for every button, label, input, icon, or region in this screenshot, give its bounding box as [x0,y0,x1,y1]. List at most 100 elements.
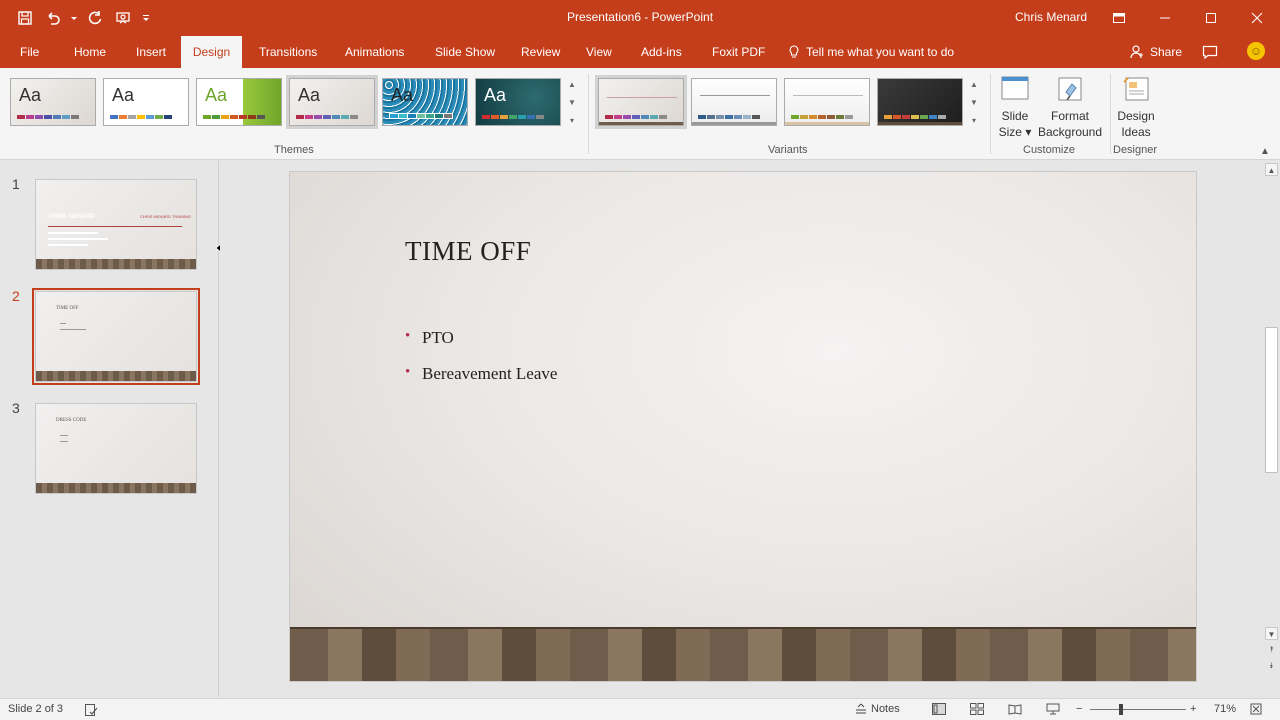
variants-group-label: Variants [768,144,808,156]
spell-check-icon[interactable] [84,703,98,717]
scrollbar-thumb[interactable] [1265,327,1278,473]
thumb3-title: DRESS CODE [56,418,87,423]
themes-group-label: Themes [274,144,314,156]
slide-size-label: Slide [1001,109,1029,123]
scroll-up-icon[interactable]: ▲ [568,76,576,94]
theme-aa-label: Aa [19,85,42,105]
title-bar: Presentation6 - PowerPoint Chris Menard [0,0,1280,36]
scroll-up-icon[interactable]: ▲ [1265,163,1278,176]
variant-thumb-3[interactable] [784,78,870,126]
vertical-scrollbar[interactable]: ▲ ▼ ⯭ ⯯ [1263,161,1280,697]
tell-me-label: Tell me what you want to do [806,45,955,59]
tab-view[interactable]: View [576,36,622,68]
ribbon-display-options-icon[interactable] [1096,0,1142,36]
theme-aa-label: Aa [391,85,414,105]
current-slide[interactable]: TIME OFF PTO Bereavement Leave [289,171,1197,682]
slide-number-2: 2 [12,288,20,304]
variant-thumb-1-selected[interactable] [595,75,687,129]
format-background-button[interactable]: Format Background [1037,74,1103,140]
variant-thumb-2[interactable] [691,78,777,126]
theme-thumb-1[interactable]: Aa [10,78,96,126]
slide-size-label-2: Size ▾ [998,125,1032,139]
theme-thumb-4-selected[interactable]: Aa [286,75,378,129]
tab-transitions[interactable]: Transitions [249,36,327,68]
theme-thumb-3[interactable]: Aa [196,78,282,126]
slide-thumbnail-2-selected[interactable]: TIME OFF [32,288,200,385]
group-separator [588,74,589,154]
tab-home[interactable]: Home [64,36,116,68]
reading-view-icon[interactable] [1008,703,1022,715]
tab-insert[interactable]: Insert [126,36,176,68]
user-name[interactable]: Chris Menard [1015,10,1087,24]
normal-view-icon[interactable] [932,703,946,715]
slide-sorter-icon[interactable] [970,703,984,715]
gallery-more-icon[interactable]: ▾ [972,112,976,130]
bullet-item[interactable]: Bereavement Leave [405,364,557,384]
design-ideas-label-2: Ideas [1121,125,1151,139]
variant-thumb-4[interactable] [877,78,963,126]
comments-icon[interactable] [1202,44,1218,63]
tab-slide-show[interactable]: Slide Show [425,36,505,68]
document-title: Presentation6 - PowerPoint [566,10,714,24]
tell-me-search[interactable]: Tell me what you want to do [788,36,954,68]
slide-thumbnails-panel: 1 CHRIS MENARD CHRIS MENARD TRAINING 2 T… [0,161,219,697]
design-ideas-button[interactable]: Design Ideas [1114,74,1158,140]
scroll-up-icon[interactable]: ▲ [970,76,978,94]
zoom-slider-track[interactable] [1090,709,1186,710]
feedback-smiley-icon[interactable]: ☺ [1247,42,1265,60]
themes-gallery-scroll[interactable]: ▲ ▼ ▾ [566,76,578,132]
slideshow-view-icon[interactable] [1046,703,1060,715]
zoom-out-button[interactable]: − [1076,703,1082,715]
fit-slide-icon[interactable] [1250,703,1262,715]
theme-aa-label: Aa [205,85,228,105]
zoom-in-button[interactable]: + [1190,703,1196,715]
format-background-icon [1058,77,1082,101]
scroll-down-icon[interactable]: ▼ [568,94,576,112]
theme-thumb-6[interactable]: Aa [475,78,561,126]
theme-aa-label: Aa [484,85,507,105]
group-separator [990,74,991,154]
next-slide-icon[interactable]: ⯯ [1265,659,1278,672]
close-icon[interactable] [1234,0,1280,36]
theme-thumb-2[interactable]: Aa [103,78,189,126]
zoom-slider-handle[interactable] [1119,704,1123,715]
status-bar: Slide 2 of 3 Notes − + 71% [0,698,1280,720]
lightbulb-icon [789,45,799,58]
theme-thumb-5[interactable]: Aa [382,78,468,126]
bullet-item[interactable]: PTO [405,328,557,348]
minimize-icon[interactable] [1142,0,1188,36]
share-button[interactable]: Share [1130,36,1182,68]
slide-size-button[interactable]: Slide Size ▾ [996,74,1034,140]
share-label: Share [1150,45,1183,59]
tab-file[interactable]: File [10,36,49,68]
design-ideas-icon [1123,77,1149,101]
scroll-down-icon[interactable]: ▼ [970,94,978,112]
collapse-ribbon-icon[interactable]: ▲ [1260,146,1270,157]
zoom-level[interactable]: 71% [1214,703,1236,715]
wood-floor [36,483,196,493]
slide-title[interactable]: TIME OFF [405,236,531,267]
tab-review[interactable]: Review [511,36,570,68]
slide-thumbnail-1[interactable]: CHRIS MENARD CHRIS MENARD TRAINING [35,179,197,270]
maximize-icon[interactable] [1188,0,1234,36]
variants-gallery-scroll[interactable]: ▲ ▼ ▾ [968,76,980,132]
slide-bullet-list[interactable]: PTO Bereavement Leave [405,328,557,400]
scroll-down-icon[interactable]: ▼ [1265,627,1278,640]
previous-slide-icon[interactable]: ⯭ [1265,643,1278,656]
slide-number-3: 3 [12,400,20,416]
wood-floor [36,259,196,269]
tab-add-ins[interactable]: Add-ins [631,36,692,68]
tab-animations[interactable]: Animations [335,36,414,68]
gallery-more-icon[interactable]: ▾ [570,112,574,130]
tab-foxit-pdf[interactable]: Foxit PDF [702,36,775,68]
window-controls [1096,0,1280,36]
slide-thumbnail-3[interactable]: DRESS CODE [35,403,197,494]
thumb1-brand: CHRIS MENARD TRAINING [140,214,192,219]
format-background-label: Format [1050,109,1089,123]
thumb1-title: CHRIS MENARD [48,214,95,220]
ribbon-design: Aa Aa Aa Aa Aa Aa ▲ ▼ ▾ Themes ▲ ▼ ▾ Var… [0,68,1280,160]
tab-design[interactable]: Design [181,36,242,68]
notes-button[interactable]: Notes [855,703,900,715]
ribbon-tabs: File Home Insert Design Transitions Anim… [0,36,1280,68]
designer-group-label: Designer [1113,144,1158,156]
